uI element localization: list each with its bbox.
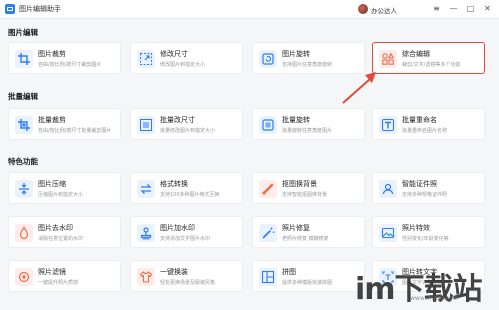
tool-card-cutout[interactable]: 抠图换背景 支持智能抠图换背景 [252,172,365,204]
tool-card-filter[interactable]: 照片滤镜 一键提升照片质感 [8,260,121,292]
tool-card-photo-effect[interactable]: 照片特效 性别变化/年龄变化等 [372,216,485,248]
text-t-icon [379,116,397,134]
tool-title: 拼图 [282,268,296,276]
tool-title: 图片压缩 [38,180,66,188]
tool-desc: 性别变化/年龄变化等 [402,236,449,242]
batch-rotate-icon [259,116,277,134]
batch-resize-icon [137,116,155,134]
grid-edit-icon [379,50,397,68]
section-title-edit: 图片编辑 [8,28,38,37]
red-arrow-annotation [342,72,376,104]
tool-card-batch-crop[interactable]: 批量裁剪 自由/按比例/按尺寸批量裁剪图片 [8,108,121,140]
tool-card-convert[interactable]: 格式转换 支持100多种图片格式互换 [130,172,243,204]
tool-title: 批量裁剪 [38,116,66,124]
tool-title: 照片修复 [282,224,310,232]
tool-title: 图片加水印 [160,224,195,232]
app-title: 图片编辑助手 [19,5,61,13]
remove-watermark-icon [15,224,33,242]
tool-title: 一键换装 [160,268,188,276]
tool-title: 修改尺寸 [160,50,188,58]
site-watermark-url: www.imday.com [410,295,459,302]
id-photo-icon [379,180,397,198]
tool-title: 图片裁剪 [38,50,66,58]
menu-icon[interactable]: ≡ [431,3,442,14]
tool-card-batch-rename[interactable]: 批量重命名 批量重命名图片名称 [372,108,485,140]
tool-card-batch-rotate[interactable]: 批量旋转 批量旋转任意角度图片 [252,108,365,140]
tool-desc: 批量旋转任意角度图片 [282,128,333,134]
cutout-icon [259,180,277,198]
tool-title: 批量改尺寸 [160,116,195,124]
tool-desc: 批量修改图片到指定大小 [160,128,216,134]
stamp-icon [137,224,155,242]
compress-icon [15,180,33,198]
tool-card-batch-resize[interactable]: 批量改尺寸 批量修改图片到指定大小 [130,108,243,140]
tool-card-add-watermark[interactable]: 图片加水印 支持添加文字图片水印 [130,216,243,248]
tool-desc: 支持智能抠图换背景 [282,192,328,198]
tool-card-crop[interactable]: 图片裁剪 自由/按比例/按尺寸裁剪图片 [8,42,121,74]
tool-card-comprehensive-edit[interactable]: 综合编辑 裁剪/文字/滤镜等多个功能 [372,42,485,74]
tool-title: 图片去水印 [38,224,73,232]
tool-desc: 压缩图片到指定大小 [38,192,84,198]
tool-card-remove-watermark[interactable]: 图片去水印 消除任意位置的水印 [8,216,121,248]
tool-desc: 提供多种模版快速拼图 [282,280,333,286]
tool-desc: 批量重命名图片名称 [402,128,448,134]
tool-desc: 轻松更换场景及服装风格 [160,280,216,286]
maximize-icon[interactable]: □ [465,3,476,14]
app-logo-icon [5,4,15,14]
tool-title: 图片旋转 [282,50,310,58]
rotate-icon [259,50,277,68]
title-bar: 图片编辑助手 办公达人 ≡ — □ ✕ [0,0,499,19]
tool-desc: 一键提升照片质感 [38,280,79,286]
tool-card-collage[interactable]: 拼图 提供多种模版快速拼图 [252,260,365,292]
user-avatar[interactable] [358,4,368,14]
close-icon[interactable]: ✕ [482,3,493,14]
tool-desc: 裁剪/文字/滤镜等多个功能 [402,62,461,68]
tool-title: 照片特效 [402,224,430,232]
tool-card-id-photo[interactable]: 智能证件照 支持多种规格证件照 [372,172,485,204]
filter-icon [15,268,33,286]
tool-desc: 自由/按比例/按尺寸批量裁剪图片 [38,128,112,134]
magic-wand-icon [259,224,277,242]
user-name[interactable]: 办公达人 [371,5,397,15]
tool-card-compress[interactable]: 图片压缩 压缩图片到指定大小 [8,172,121,204]
tool-desc: 支持100多种图片格式互换 [160,192,220,198]
tool-card-resize[interactable]: 修改尺寸 修改图片到指定大小 [130,42,243,74]
batch-crop-icon [15,116,33,134]
tool-desc: 消除任意位置的水印 [38,236,84,242]
resize-icon [137,50,155,68]
tool-title: 格式转换 [160,180,188,188]
outfit-icon [137,268,155,286]
tool-card-outfit[interactable]: 一键换装 轻松更换场景及服装风格 [130,260,243,292]
convert-icon [137,180,155,198]
tool-desc: 支持图片任意角度旋转 [282,62,333,68]
minimize-icon[interactable]: — [448,3,459,14]
tool-title: 抠图换背景 [282,180,317,188]
tool-desc: 修改图片到指定大小 [160,62,206,68]
section-title-batch: 批量编辑 [8,92,38,101]
site-watermark: im下载站 [355,272,483,307]
tool-title: 综合编辑 [402,50,430,58]
tool-desc: 自由/按比例/按尺寸裁剪图片 [38,62,102,68]
tool-title: 批量重命名 [402,116,437,124]
tool-title: 照片滤镜 [38,268,66,276]
tool-desc: 支持多种规格证件照 [402,192,448,198]
tool-title: 批量旋转 [282,116,310,124]
section-title-special: 特色功能 [8,157,38,166]
tool-desc: 支持添加文字图片水印 [160,236,211,242]
tool-desc: 老照片修复 模糊修复 [282,236,329,242]
collage-icon [259,268,277,286]
crop-icon [15,50,33,68]
tool-title: 智能证件照 [402,180,437,188]
photo-effect-icon [379,224,397,242]
tool-card-photo-repair[interactable]: 照片修复 老照片修复 模糊修复 [252,216,365,248]
